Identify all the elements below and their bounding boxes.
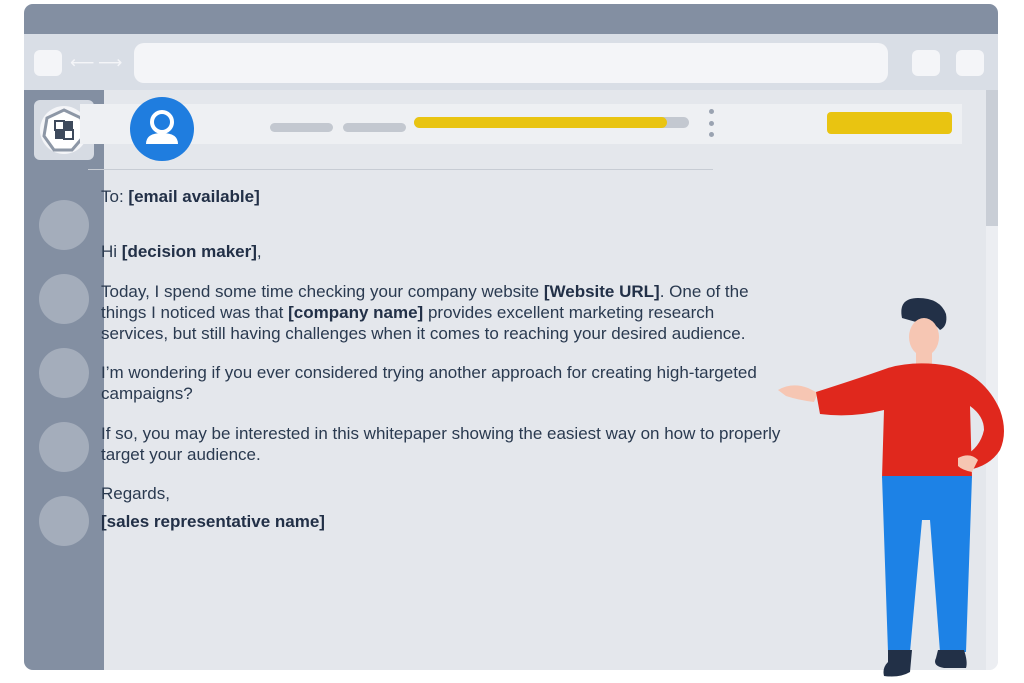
person-pointing-hand: [778, 385, 818, 402]
person-shoes: [883, 650, 967, 677]
person-pants: [882, 476, 972, 652]
person-head: [909, 318, 939, 366]
presenter-illustration: [778, 298, 1004, 677]
